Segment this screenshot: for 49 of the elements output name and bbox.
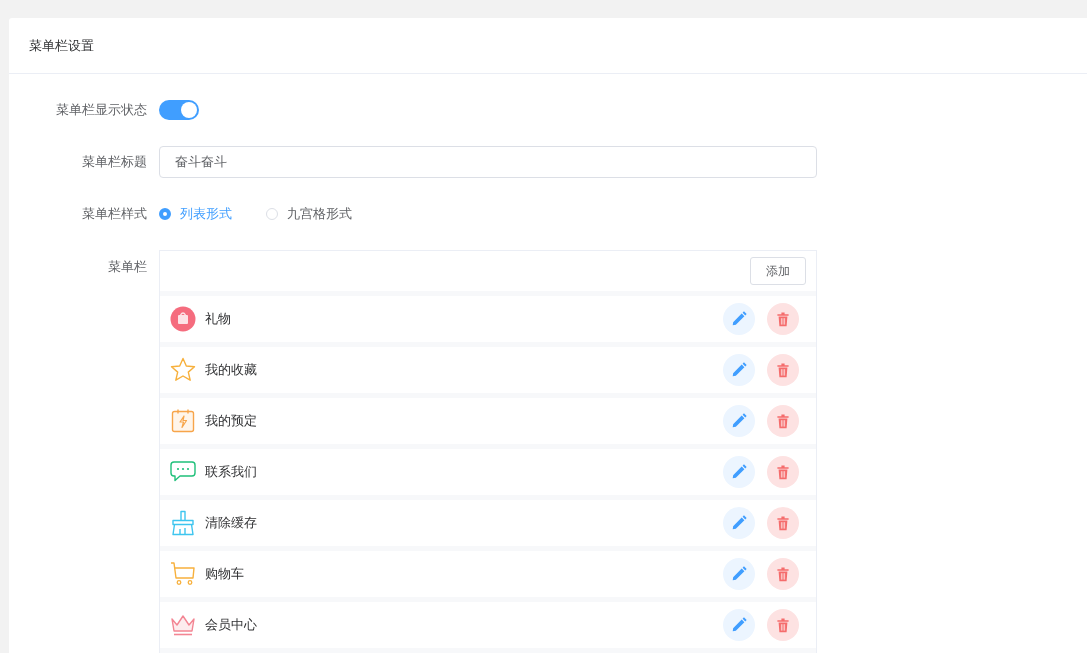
add-button[interactable]: 添加 — [750, 257, 806, 285]
delete-button[interactable] — [767, 303, 799, 335]
edit-button[interactable] — [723, 558, 755, 590]
trash-icon — [775, 464, 791, 480]
edit-button[interactable] — [723, 303, 755, 335]
menu-item-label: 会员中心 — [205, 616, 258, 634]
delete-button[interactable] — [767, 354, 799, 386]
pencil-icon — [730, 514, 748, 532]
pencil-icon — [730, 412, 748, 430]
pencil-icon — [730, 310, 748, 328]
input-field[interactable]: 奋斗奋斗 — [159, 146, 817, 178]
trash-icon — [775, 515, 791, 531]
star-icon — [170, 357, 196, 383]
radio-option[interactable]: 九宫格形式 — [266, 205, 352, 223]
toggle-switch[interactable] — [159, 100, 199, 120]
field-label: 菜单栏标题 — [81, 153, 148, 171]
trash-icon — [775, 566, 791, 582]
trash-icon — [775, 413, 791, 429]
delete-button[interactable] — [767, 507, 799, 539]
shopping-cart-icon — [170, 561, 196, 587]
menu-item-label: 购物车 — [205, 565, 245, 583]
delete-button[interactable] — [767, 558, 799, 590]
field-label: 菜单栏显示状态 — [55, 101, 148, 119]
field-label: 菜单栏样式 — [81, 205, 148, 223]
delete-button[interactable] — [767, 405, 799, 437]
shopping-bag-icon — [170, 306, 196, 332]
menu-item-label: 礼物 — [205, 310, 232, 328]
delete-button[interactable] — [767, 609, 799, 641]
card-title: 菜单栏设置 — [29, 36, 94, 55]
field-label: 菜单栏 — [107, 258, 148, 276]
edit-button[interactable] — [723, 405, 755, 437]
pencil-icon — [730, 565, 748, 583]
pencil-icon — [730, 361, 748, 379]
pencil-icon — [730, 463, 748, 481]
edit-button[interactable] — [723, 609, 755, 641]
menu-item-label: 我的预定 — [205, 412, 258, 430]
pencil-icon — [730, 616, 748, 634]
edit-button[interactable] — [723, 456, 755, 488]
calendar-icon — [170, 408, 196, 434]
trash-icon — [775, 362, 791, 378]
edit-button[interactable] — [723, 354, 755, 386]
trash-icon — [775, 311, 791, 327]
trash-icon — [775, 617, 791, 633]
menu-item-label: 清除缓存 — [205, 514, 258, 532]
menu-item-label: 联系我们 — [205, 463, 258, 481]
broom-icon — [170, 510, 196, 536]
edit-button[interactable] — [723, 507, 755, 539]
menu-item-label: 我的收藏 — [205, 361, 258, 379]
delete-button[interactable] — [767, 456, 799, 488]
